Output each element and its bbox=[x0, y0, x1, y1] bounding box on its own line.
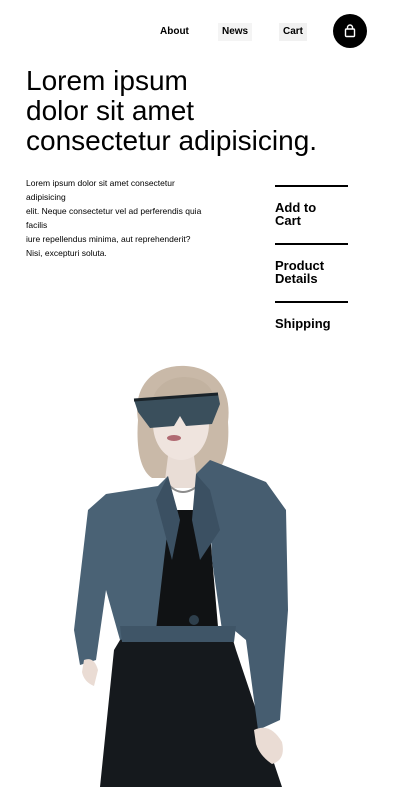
product-details-link[interactable]: Product Details bbox=[275, 243, 348, 301]
hero-title-line: dolor sit amet bbox=[26, 95, 195, 126]
cart-button[interactable] bbox=[333, 14, 367, 48]
hero-title-line: consectetur adipisicing. bbox=[26, 125, 318, 156]
nav-about-link[interactable]: About bbox=[156, 23, 193, 41]
product-actions: Add to Cart Product Details Shipping bbox=[275, 185, 348, 347]
add-to-cart-link[interactable]: Add to Cart bbox=[275, 185, 348, 243]
description-line: elit. Neque consectetur vel ad perferend… bbox=[26, 206, 202, 216]
shopping-bag-icon bbox=[344, 24, 356, 38]
product-details-label: Details bbox=[275, 271, 318, 286]
description-line: adipisicing bbox=[26, 192, 66, 202]
description-line: facilis bbox=[26, 220, 48, 230]
model-photo bbox=[74, 365, 288, 787]
description-line: Nisi, excepturi soluta. bbox=[26, 248, 107, 258]
product-description: Lorem ipsum dolor sit amet consectetur a… bbox=[26, 176, 231, 260]
hero-title-line: Lorem ipsum bbox=[26, 65, 188, 96]
top-navigation: About News Cart bbox=[0, 14, 400, 50]
nav-news-link[interactable]: News bbox=[218, 23, 253, 41]
add-to-cart-label: Cart bbox=[275, 213, 302, 228]
hero-title: Lorem ipsum dolor sit amet consectetur a… bbox=[26, 66, 366, 156]
description-line: iure repellendus minima, aut reprehender… bbox=[26, 234, 191, 244]
nav-cart-link[interactable]: Cart bbox=[279, 23, 308, 41]
description-line: Lorem ipsum dolor sit amet consectetur bbox=[26, 178, 175, 188]
shipping-link[interactable]: Shipping bbox=[275, 301, 348, 347]
shipping-label: Shipping bbox=[275, 316, 331, 331]
